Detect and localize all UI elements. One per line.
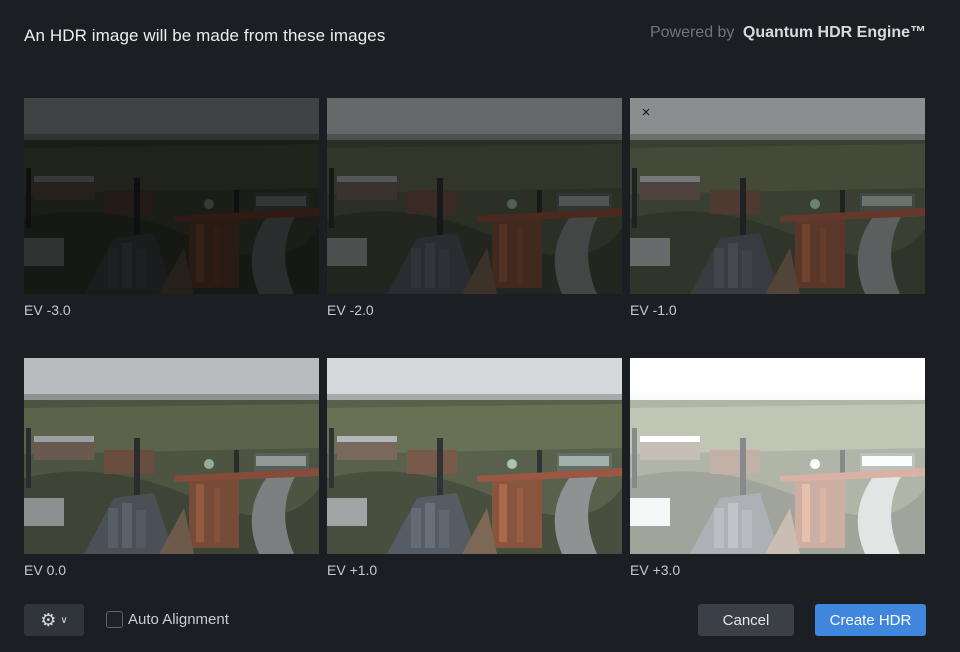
chevron-down-icon: ∨ xyxy=(60,615,68,626)
image-thumbnail[interactable] xyxy=(24,358,319,554)
ev-label: EV +1.0 xyxy=(327,562,378,578)
auto-alignment-label[interactable]: Auto Alignment xyxy=(128,611,229,628)
dialog-footer: ⚙ ∨ Auto Alignment Cancel Create HDR xyxy=(0,604,960,636)
cancel-button[interactable]: Cancel xyxy=(698,604,794,636)
landscape-image xyxy=(327,98,622,294)
gear-icon: ⚙ xyxy=(40,610,57,630)
ev-label: EV -1.0 xyxy=(630,302,677,318)
landscape-image xyxy=(24,358,319,554)
landscape-image xyxy=(630,98,925,294)
remove-image-icon[interactable]: × xyxy=(638,105,654,121)
landscape-image xyxy=(327,358,622,554)
image-thumbnail[interactable] xyxy=(630,358,925,554)
image-thumbnail[interactable] xyxy=(327,98,622,294)
image-tile-6[interactable]: EV +3.0 xyxy=(630,358,925,578)
image-tile-1[interactable]: EV -3.0 xyxy=(24,98,319,318)
image-thumbnail[interactable] xyxy=(24,98,319,294)
image-grid: EV -3.0 EV -2.0 × EV -1.0 EV 0.0 EV +1.0… xyxy=(24,98,926,578)
dialog-title: An HDR image will be made from these ima… xyxy=(24,26,386,45)
image-tile-4[interactable]: EV 0.0 xyxy=(24,358,319,578)
image-thumbnail[interactable] xyxy=(327,358,622,554)
auto-alignment-checkbox[interactable] xyxy=(106,611,123,628)
engine-brand: Quantum HDR Engine™ xyxy=(742,24,926,41)
ev-label: EV -3.0 xyxy=(24,302,71,318)
powered-by-prefix: Powered by xyxy=(649,24,735,41)
ev-label: EV 0.0 xyxy=(24,562,67,578)
image-tile-3[interactable]: × EV -1.0 xyxy=(630,98,925,318)
landscape-image xyxy=(630,358,925,554)
settings-dropdown-button[interactable]: ⚙ ∨ xyxy=(24,604,84,636)
image-tile-2[interactable]: EV -2.0 xyxy=(327,98,622,318)
ev-label: EV +3.0 xyxy=(630,562,681,578)
image-thumbnail[interactable] xyxy=(630,98,925,294)
image-tile-5[interactable]: EV +1.0 xyxy=(327,358,622,578)
auto-alignment-option[interactable]: Auto Alignment xyxy=(106,611,229,628)
create-hdr-button[interactable]: Create HDR xyxy=(815,604,926,636)
powered-by: Powered by Quantum HDR Engine™ xyxy=(650,24,926,42)
ev-label: EV -2.0 xyxy=(327,302,374,318)
landscape-image xyxy=(24,98,319,294)
